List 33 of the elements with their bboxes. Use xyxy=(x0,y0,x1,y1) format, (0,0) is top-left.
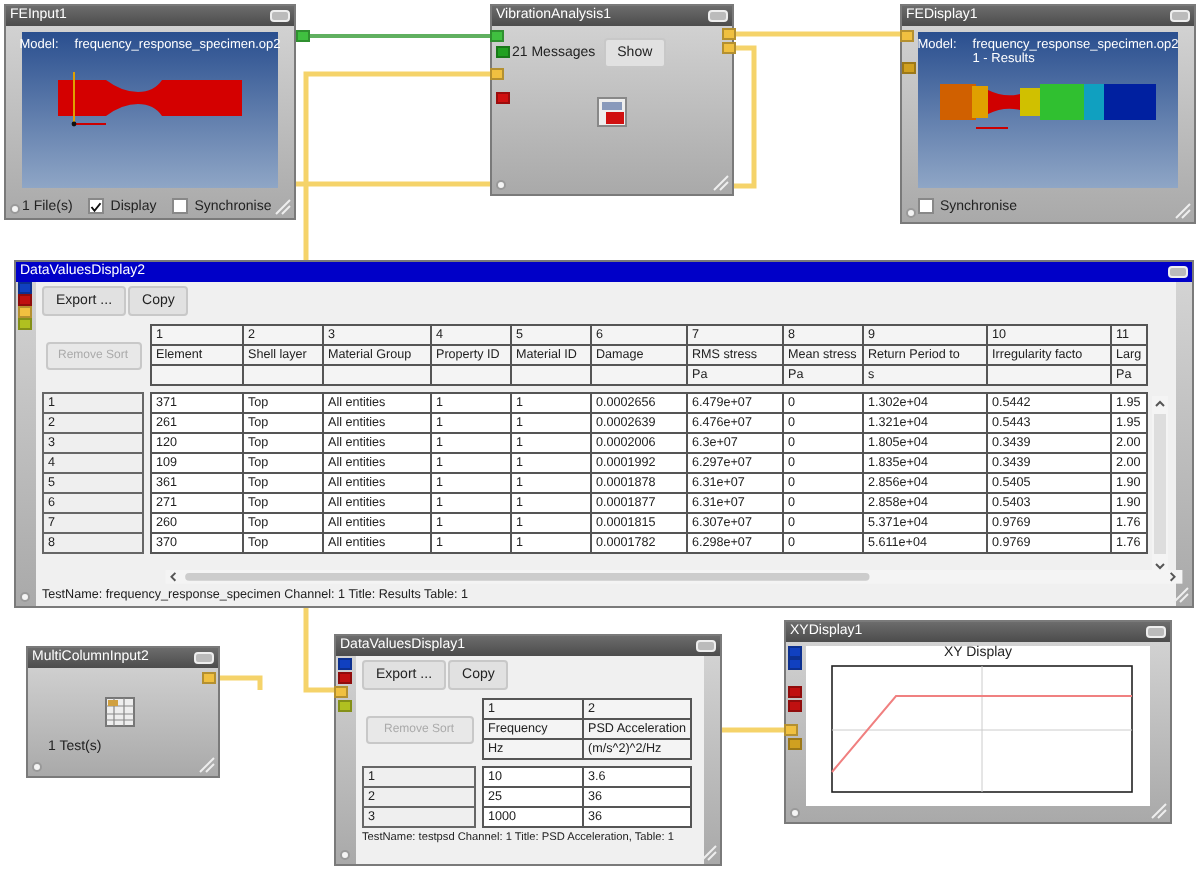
resize-grip-icon xyxy=(1174,202,1192,220)
spreadsheet-icon xyxy=(104,696,136,728)
check-icon xyxy=(90,199,103,213)
connector-wire xyxy=(734,45,757,189)
node-status-icon xyxy=(20,592,30,602)
resize-grip-icon xyxy=(712,174,730,192)
checkbox[interactable] xyxy=(88,198,105,214)
resize-grip-icon xyxy=(274,198,292,216)
connection-port[interactable] xyxy=(900,30,914,42)
connector-wire xyxy=(722,727,784,733)
checkbox[interactable] xyxy=(172,198,189,214)
maximize-button[interactable] xyxy=(1170,10,1190,22)
resize-grip-icon xyxy=(198,756,216,774)
checkbox[interactable] xyxy=(918,198,934,214)
connection-port[interactable] xyxy=(902,62,916,74)
node-status-icon xyxy=(32,762,42,772)
maximize-button[interactable] xyxy=(1168,266,1188,278)
maximize-button[interactable] xyxy=(1146,626,1166,638)
node-status-icon xyxy=(496,180,506,190)
connection-port[interactable] xyxy=(202,672,216,684)
maximize-button[interactable] xyxy=(270,10,290,22)
connector-wire xyxy=(303,608,334,693)
node-status-icon xyxy=(340,850,350,860)
maximize-button[interactable] xyxy=(708,10,728,22)
node-status-icon xyxy=(906,208,916,218)
connector-wire xyxy=(220,675,263,690)
maximize-button[interactable] xyxy=(194,652,214,664)
node-status-icon xyxy=(790,808,800,818)
node-status-icon xyxy=(10,204,20,214)
report-icon xyxy=(596,96,628,128)
resize-grip-icon xyxy=(1150,802,1168,820)
maximize-button[interactable] xyxy=(696,640,716,652)
connection-port[interactable] xyxy=(296,30,310,42)
